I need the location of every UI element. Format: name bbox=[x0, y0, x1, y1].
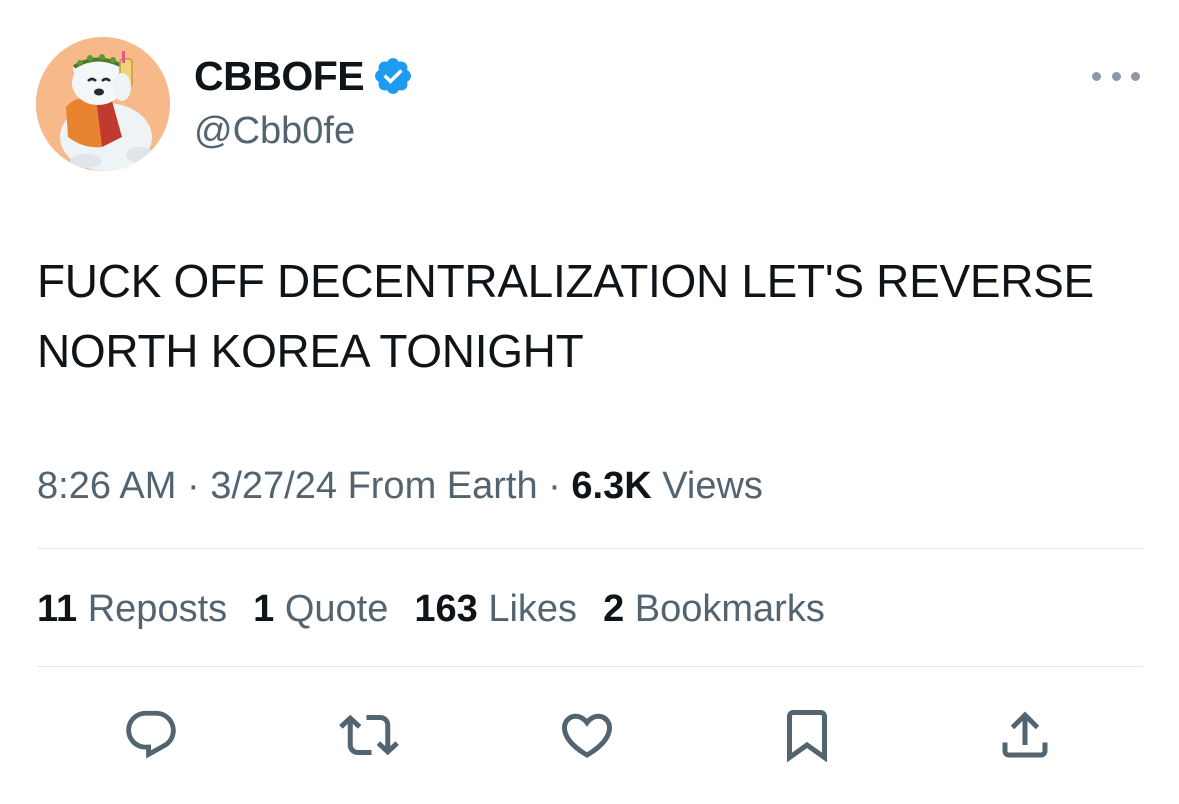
avatar[interactable] bbox=[36, 37, 170, 171]
more-options-icon[interactable] bbox=[1092, 58, 1140, 94]
bookmarks-label: Bookmarks bbox=[634, 588, 825, 630]
share-icon bbox=[1002, 711, 1048, 758]
display-name[interactable]: CBBOFE bbox=[194, 50, 365, 102]
views-label[interactable]: Views bbox=[662, 465, 763, 507]
views-count[interactable]: 6.3K bbox=[571, 465, 651, 507]
tweet-source: From Earth bbox=[347, 465, 538, 507]
verified-badge-icon[interactable] bbox=[372, 55, 414, 97]
author-name-row[interactable]: CBBOFE bbox=[194, 50, 414, 102]
tweet-time[interactable]: 8:26 AM bbox=[37, 465, 176, 507]
user-handle[interactable]: @Cbb0fe bbox=[194, 108, 355, 154]
divider bbox=[37, 548, 1143, 549]
divider bbox=[37, 666, 1143, 667]
quotes-label: Quote bbox=[284, 588, 389, 630]
meta-separator: · bbox=[186, 465, 200, 507]
repost-button[interactable] bbox=[339, 705, 399, 765]
bookmarks-count: 2 bbox=[603, 588, 625, 630]
meta-separator: · bbox=[548, 465, 561, 507]
likes-stat[interactable]: 163 Likes bbox=[414, 585, 577, 633]
engagement-stats: 11 Reposts 1 Quote 163 Likes 2 Bookmarks bbox=[37, 585, 851, 633]
bookmark-button[interactable] bbox=[777, 705, 837, 765]
likes-label: Likes bbox=[488, 588, 578, 630]
tweet-date[interactable]: 3/27/24 bbox=[210, 465, 337, 507]
tweet-meta: 8:26 AM · 3/27/24 From Earth · 6.3K View… bbox=[37, 462, 763, 510]
bookmarks-stat[interactable]: 2 Bookmarks bbox=[603, 585, 825, 633]
quotes-count: 1 bbox=[253, 588, 275, 630]
action-bar bbox=[0, 705, 1179, 765]
reposts-count: 11 bbox=[37, 588, 78, 630]
tweet-text: FUCK OFF DECENTRALIZATION LET'S REVERSE … bbox=[37, 255, 1094, 377]
polar-bear-avatar-icon bbox=[36, 37, 170, 171]
reposts-stat[interactable]: 11 Reposts bbox=[37, 585, 227, 633]
like-icon bbox=[561, 713, 613, 758]
likes-count: 163 bbox=[414, 588, 478, 630]
more-dot bbox=[1092, 71, 1101, 81]
quotes-stat[interactable]: 1 Quote bbox=[253, 585, 388, 633]
like-button[interactable] bbox=[557, 705, 617, 765]
bookmark-icon bbox=[787, 710, 827, 763]
reply-icon bbox=[126, 710, 176, 759]
more-dot bbox=[1131, 71, 1140, 81]
reply-button[interactable] bbox=[121, 705, 181, 765]
share-button[interactable] bbox=[995, 705, 1055, 765]
more-dot bbox=[1111, 71, 1121, 81]
repost-icon bbox=[339, 714, 399, 756]
reposts-label: Reposts bbox=[87, 588, 228, 630]
